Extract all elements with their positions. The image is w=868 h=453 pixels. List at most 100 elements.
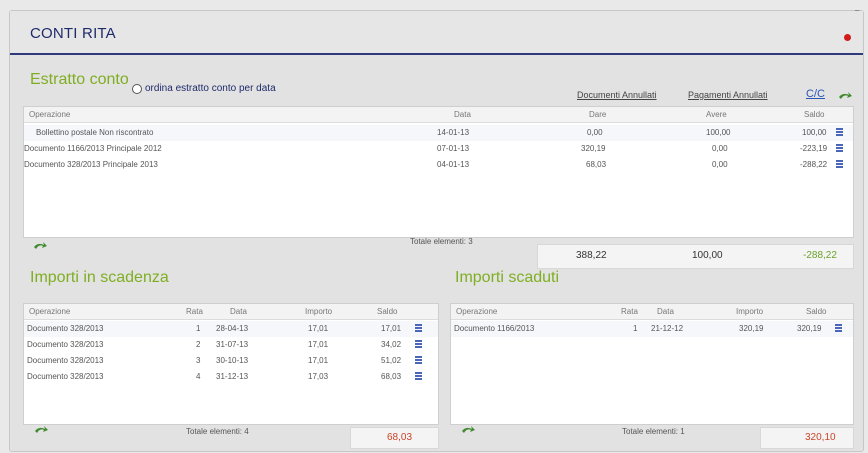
cell-data: 31-07-13 (216, 340, 249, 349)
scaduti-title: Importi scaduti (455, 269, 560, 286)
scaduti-totals: 320,10 (760, 427, 854, 449)
total-avere: 100,00 (692, 250, 723, 261)
estratto-total-elements: Totale elementi: 3 (410, 237, 473, 246)
col-operazione[interactable]: Operazione (29, 110, 70, 119)
cell-importo: 17,01 (308, 324, 329, 333)
documenti-annullati-link[interactable]: Documenti Annullati (577, 90, 657, 100)
details-icon[interactable] (836, 128, 843, 136)
col-importo[interactable]: Importo (736, 307, 763, 316)
scadenza-total-elements: Totale elementi: 4 (186, 427, 249, 436)
table-row[interactable]: Documento 1166/2013 1 21-12-12 320,19 32… (451, 321, 853, 337)
cell-dare: 0,00 (587, 128, 603, 137)
cell-importo: 17,01 (308, 356, 329, 365)
estratto-title: Estratto conto (30, 71, 129, 88)
col-data[interactable]: Data (454, 110, 471, 119)
sort-by-date-label: ordina estratto conto per data (145, 83, 276, 94)
cell-operazione: Documento 328/2013 (27, 356, 104, 365)
cell-operazione: Documento 1166/2013 (454, 324, 535, 333)
cell-rata: 1 (633, 324, 638, 333)
cell-data: 04-01-13 (437, 160, 470, 169)
cell-data: 21-12-12 (651, 324, 684, 333)
estratto-table: Operazione Data Dare Avere Saldo Bollett… (23, 106, 854, 249)
cell-data: 30-10-13 (216, 356, 249, 365)
table-row[interactable]: Documento 328/2013 2 31-07-13 17,01 34,0… (24, 337, 438, 353)
table-row[interactable]: Documento 328/2013 1 28-04-13 17,01 17,0… (24, 321, 438, 337)
cell-rata: 4 (196, 372, 201, 381)
cell-operazione: Documento 328/2013 (27, 340, 104, 349)
cell-avere: 0,00 (712, 160, 728, 169)
cell-data: 14-01-13 (437, 128, 470, 137)
cell-saldo: 68,03 (381, 372, 402, 381)
cell-data: 31-12-13 (216, 372, 249, 381)
scaduti-total-elements: Totale elementi: 1 (622, 427, 685, 436)
cell-dare: 68,03 (586, 160, 607, 169)
scadenza-table-header: Operazione Rata Data Importo Saldo (24, 304, 438, 320)
cc-link[interactable]: C/C (806, 88, 825, 100)
table-row[interactable]: Documento 1166/2013 Principale 2012 07-0… (24, 141, 853, 157)
cell-saldo: -223,19 (800, 144, 828, 153)
table-row[interactable]: Documento 328/2013 4 31-12-13 17,03 68,0… (24, 369, 438, 385)
sort-by-date-option[interactable]: ordina estratto conto per data (132, 83, 276, 94)
scadenza-title: Importi in scadenza (30, 269, 169, 286)
col-saldo[interactable]: Saldo (377, 307, 397, 316)
cell-importo: 17,01 (308, 340, 329, 349)
scadenza-totals: 68,03 (350, 427, 439, 449)
cell-rata: 1 (196, 324, 201, 333)
cell-operazione: Documento 328/2013 (27, 324, 104, 333)
details-icon[interactable] (836, 144, 843, 152)
cell-rata: 3 (196, 356, 201, 365)
estratto-totals: 388,22 100,00 -288,22 (537, 244, 854, 269)
details-icon[interactable] (835, 324, 842, 332)
table-row[interactable]: Documento 328/2013 3 30-10-13 17,01 51,0… (24, 353, 438, 369)
scaduti-table-header: Operazione Rata Data Importo Saldo (451, 304, 853, 320)
refresh-icon[interactable] (837, 91, 853, 102)
export-icon[interactable] (33, 425, 49, 436)
cell-saldo: -288,22 (800, 160, 828, 169)
cell-importo: 320,19 (739, 324, 764, 333)
col-saldo[interactable]: Saldo (806, 307, 826, 316)
col-rata[interactable]: Rata (621, 307, 638, 316)
page-title: CONTI RITA (30, 25, 116, 42)
col-dare[interactable]: Dare (589, 110, 606, 119)
cell-avere: 100,00 (706, 128, 731, 137)
cell-rata: 2 (196, 340, 201, 349)
col-rata[interactable]: Rata (186, 307, 203, 316)
col-saldo[interactable]: Saldo (804, 110, 824, 119)
export-icon[interactable] (32, 241, 48, 252)
export-icon[interactable] (460, 425, 476, 436)
cell-saldo: 17,01 (381, 324, 402, 333)
col-operazione[interactable]: Operazione (29, 307, 70, 316)
details-icon[interactable] (415, 356, 422, 364)
details-icon[interactable] (415, 340, 422, 348)
details-icon[interactable] (415, 372, 422, 380)
cell-operazione: Bollettino postale Non riscontrato (36, 128, 154, 137)
scadenza-total: 68,03 (387, 432, 413, 443)
col-data[interactable]: Data (230, 307, 247, 316)
cell-saldo: 320,19 (797, 324, 822, 333)
conti-window: g CONTI RITA Estratto conto ordina estra… (9, 7, 864, 452)
cell-importo: 17,03 (308, 372, 329, 381)
details-icon[interactable] (836, 160, 843, 168)
cell-avere: 0,00 (712, 144, 728, 153)
cell-saldo: 34,02 (381, 340, 402, 349)
pagamenti-annullati-link[interactable]: Pagamenti Annullati (688, 90, 768, 100)
cell-operazione: Documento 328/2013 Principale 2013 (24, 160, 158, 169)
sort-by-date-radio[interactable] (132, 83, 142, 94)
scaduti-total: 320,10 (805, 432, 836, 443)
table-row[interactable]: Documento 328/2013 Principale 2013 04-01… (24, 157, 853, 173)
col-avere[interactable]: Avere (706, 110, 727, 119)
cell-saldo: 51,02 (381, 356, 402, 365)
total-dare: 388,22 (576, 250, 607, 261)
status-dot-icon (844, 34, 851, 41)
col-importo[interactable]: Importo (305, 307, 332, 316)
scadenza-table: Operazione Rata Data Importo Saldo Docum… (23, 303, 439, 433)
cell-saldo: 100,00 (802, 128, 827, 137)
details-icon[interactable] (415, 324, 422, 332)
col-operazione[interactable]: Operazione (456, 307, 497, 316)
cell-data: 28-04-13 (216, 324, 249, 333)
scaduti-table: Operazione Rata Data Importo Saldo Docum… (450, 303, 854, 433)
cell-operazione: Documento 328/2013 (27, 372, 104, 381)
col-data[interactable]: Data (657, 307, 674, 316)
table-row[interactable]: Bollettino postale Non riscontrato 14-01… (24, 125, 853, 141)
total-saldo: -288,22 (803, 250, 837, 261)
